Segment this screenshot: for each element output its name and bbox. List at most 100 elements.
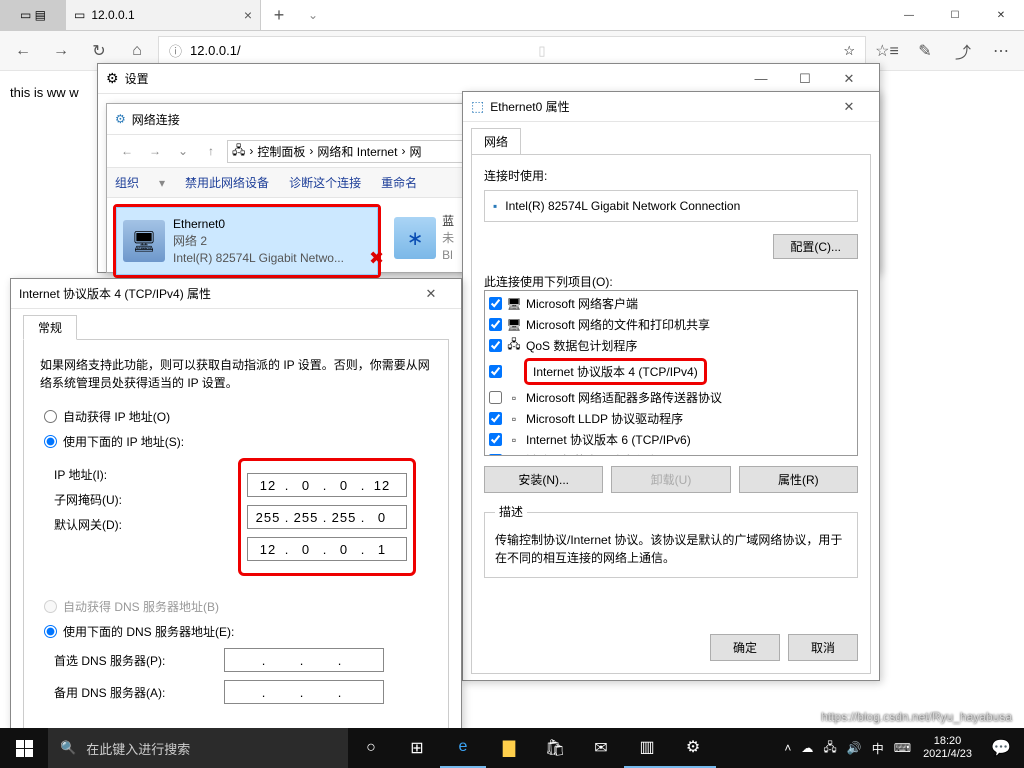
close-button[interactable]: ✕ (978, 0, 1024, 30)
tab-chevron-icon[interactable]: ⌄ (297, 0, 329, 30)
chevron-right-icon: › (249, 144, 253, 158)
back-button[interactable]: ← (6, 34, 40, 68)
crumb-control-panel[interactable]: 控制面板 (257, 143, 305, 160)
cmd-organize[interactable]: 组织 (115, 174, 139, 191)
tab-network[interactable]: 网络 (471, 128, 521, 155)
crumb-network-internet[interactable]: 网络和 Internet (317, 143, 397, 160)
forward-button[interactable]: → (44, 34, 78, 68)
info-icon[interactable]: ⓘ (169, 41, 182, 60)
radio-use-ip[interactable]: 使用下面的 IP 地址(S): (44, 433, 432, 450)
settings-titlebar[interactable]: ⚙ 设置 — ☐ ✕ (98, 64, 879, 94)
system-tray[interactable]: ˄ ☁ 🖧 🔊 中 ⌨ (778, 738, 917, 759)
checkbox[interactable] (489, 391, 502, 404)
cancel-button[interactable]: 取消 (788, 634, 858, 661)
checkbox[interactable] (489, 318, 502, 331)
properties-button[interactable]: 属性(R) (739, 466, 858, 493)
crumb-netconn[interactable]: 网 (409, 143, 421, 160)
adapter-ethernet0[interactable]: 🖥 Ethernet0 网络 2 Intel(R) 82574L Gigabit… (116, 207, 378, 275)
more-icon[interactable]: ⋯ (984, 34, 1018, 68)
notes-icon[interactable]: ✎ (908, 34, 942, 68)
components-list[interactable]: 🖥Microsoft 网络客户端 🖥Microsoft 网络的文件和打印机共享 … (484, 290, 858, 456)
maximize-button[interactable]: ☐ (932, 0, 978, 30)
taskbar-search[interactable]: 🔍 在此键入进行搜索 (48, 728, 348, 768)
radio-auto-ip[interactable]: 自动获得 IP 地址(O) (44, 408, 432, 425)
start-button[interactable] (0, 728, 48, 768)
ip-address-input[interactable]: 12.0.0.12 (247, 473, 407, 497)
action-center-icon[interactable]: 💬 (978, 728, 1024, 768)
reading-view-icon[interactable]: ▯ (538, 43, 545, 59)
list-item: 🖧QoS 数据包计划程序 (487, 335, 855, 356)
connect-device: Intel(R) 82574L Gigabit Network Connecti… (505, 199, 740, 213)
ip-label: IP 地址(I): (54, 466, 224, 483)
cmd-rename[interactable]: 重命名 (381, 174, 417, 191)
browser-tab[interactable]: ▭ 12.0.0.1 × (66, 0, 261, 30)
items-label: 此连接使用下列项目(O): (484, 269, 858, 290)
checkbox[interactable] (489, 339, 502, 352)
tray-network-icon[interactable]: 🖧 (823, 738, 836, 759)
minimize-button[interactable]: — (739, 71, 783, 86)
list-item: 🖥Microsoft 网络客户端 (487, 293, 855, 314)
taskbar-app[interactable]: ▥ (624, 728, 670, 768)
history-chevron-icon[interactable]: ⌄ (171, 144, 195, 158)
adapter-name: Ethernet0 (173, 216, 371, 233)
checkbox[interactable] (489, 412, 502, 425)
item-label: 链路层拓扑发现响应程序 (526, 452, 658, 456)
tray-onedrive-icon[interactable]: ☁ (801, 741, 813, 755)
tab-general[interactable]: 常规 (23, 315, 77, 340)
close-button[interactable]: ✕ (827, 71, 871, 87)
checkbox[interactable] (489, 454, 502, 456)
tray-chevron-icon[interactable]: ˄ (784, 741, 791, 755)
task-view-icon[interactable]: ⊞ (394, 728, 440, 768)
dns2-input[interactable]: ... (224, 680, 384, 704)
ok-button[interactable]: 确定 (710, 634, 780, 661)
checkbox[interactable] (489, 365, 502, 378)
adapter-device: Intel(R) 82574L Gigabit Netwo... (173, 250, 371, 267)
radio-use-dns[interactable]: 使用下面的 DNS 服务器地址(E): (44, 623, 432, 640)
list-item: ▫链路层拓扑发现响应程序 (487, 450, 855, 456)
up-button[interactable]: ↑ (199, 144, 223, 158)
tray-keyboard-icon[interactable]: ⌨ (894, 741, 911, 755)
install-button[interactable]: 安装(N)... (484, 466, 603, 493)
checkbox[interactable] (489, 297, 502, 310)
browser-titlebar: ▭ ▤ ▭ 12.0.0.1 × + ⌄ — ☐ ✕ (0, 0, 1024, 31)
tray-volume-icon[interactable]: 🔊 (847, 741, 862, 755)
taskbar-mail[interactable]: ✉ (578, 728, 624, 768)
ethprop-title: Ethernet0 属性 (490, 98, 569, 115)
tray-ime-icon[interactable]: 中 (872, 740, 884, 757)
taskbar-clock[interactable]: 18:20 2021/4/23 (917, 735, 978, 761)
minimize-button[interactable]: — (886, 0, 932, 30)
new-tab-button[interactable]: + (261, 0, 297, 30)
list-item: ▫Internet 协议版本 6 (TCP/IPv6) (487, 429, 855, 450)
cmd-disable[interactable]: 禁用此网络设备 (185, 174, 269, 191)
close-tab-icon[interactable]: × (244, 7, 252, 23)
close-button[interactable]: ✕ (827, 99, 871, 115)
close-button[interactable]: ✕ (409, 286, 453, 302)
address-bar[interactable]: ⓘ 12.0.0.1/ ▯ ☆ (158, 36, 866, 66)
dns1-input[interactable]: ... (224, 648, 384, 672)
subnet-mask-input[interactable]: 255.255.255.0 (247, 505, 407, 529)
cortana-icon[interactable]: ○ (348, 728, 394, 768)
forward-button[interactable]: → (143, 144, 167, 158)
gateway-input[interactable]: 12.0.0.1 (247, 537, 407, 561)
configure-button[interactable]: 配置(C)... (773, 234, 858, 259)
item-label-highlighted[interactable]: Internet 协议版本 4 (TCP/IPv4) (524, 358, 707, 385)
ipv4-titlebar[interactable]: Internet 协议版本 4 (TCP/IPv4) 属性 ✕ (11, 279, 461, 309)
page-text: this is ww w (10, 85, 79, 100)
connect-device-box: ▪ Intel(R) 82574L Gigabit Network Connec… (484, 190, 858, 222)
taskbar-settings[interactable]: ⚙ (670, 728, 716, 768)
cmd-diagnose[interactable]: 诊断这个连接 (289, 174, 361, 191)
taskbar-store[interactable]: 🛍 (532, 728, 578, 768)
taskbar-edge[interactable]: e (440, 728, 486, 768)
ethprop-titlebar[interactable]: ⬚ Ethernet0 属性 ✕ (463, 92, 879, 122)
taskbar-explorer[interactable]: ▇ (486, 728, 532, 768)
nic-icon: ▪ (493, 199, 497, 213)
share-icon[interactable]: ⤴ (946, 34, 980, 68)
checkbox[interactable] (489, 433, 502, 446)
connect-label: 连接时使用: (484, 167, 858, 184)
back-button[interactable]: ← (115, 144, 139, 158)
tab-preview-icons[interactable]: ▭ ▤ (0, 0, 66, 30)
maximize-button[interactable]: ☐ (783, 71, 827, 87)
folder-icon: 🖧 (232, 141, 245, 162)
favorite-icon[interactable]: ☆ (843, 43, 855, 59)
item-label: Microsoft 网络的文件和打印机共享 (526, 316, 710, 333)
